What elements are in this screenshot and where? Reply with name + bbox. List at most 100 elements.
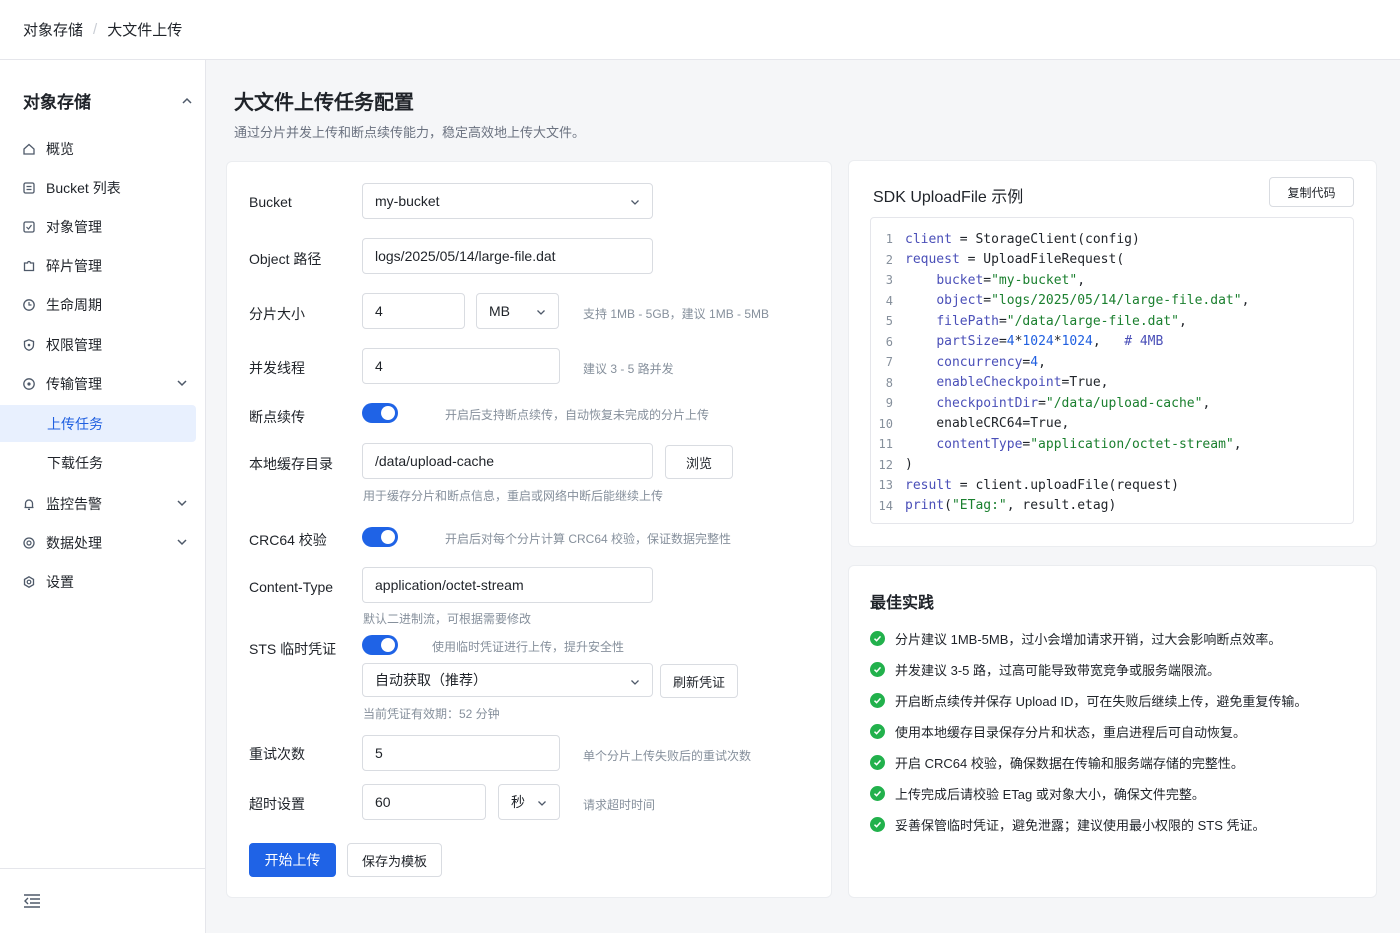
cache-dir-label: 本地缓存目录: [249, 456, 333, 472]
copy-code-button[interactable]: 复制代码: [1269, 177, 1354, 207]
sidebar-item-label: 下载任务: [47, 454, 103, 471]
part-size-unit-value: MB: [489, 303, 510, 319]
content-type-hint: 默认二进制流，可根据需要修改: [363, 612, 532, 626]
line-number: 3: [885, 273, 893, 287]
resume-toggle[interactable]: [362, 403, 398, 423]
sidebar-header[interactable]: 对象存储: [23, 88, 193, 113]
chevron-down-icon: [177, 500, 187, 507]
page-description: 通过分片并发上传和断点续传能力，稳定高效地上传大文件。: [234, 125, 586, 140]
content-type-value: application/octet-stream: [375, 577, 524, 593]
threads-value: 4: [375, 358, 383, 374]
sidebar-item-permissions[interactable]: 权限管理: [0, 326, 196, 363]
sdk-example-card: SDK UploadFile 示例 复制代码 1 client = Storage…: [848, 160, 1377, 547]
best-practices-card: 最佳实践 分片建议 1MB-5MB，过小会增加请求开销，过大会影响断点效率。 并发…: [848, 565, 1377, 898]
retry-hint: 单个分片上传失败后的重试次数: [583, 749, 752, 763]
sidebar-item-label: 概览: [46, 140, 74, 157]
threads-input[interactable]: 4: [362, 348, 560, 384]
sidebar-item-lifecycle[interactable]: 生命周期: [0, 286, 196, 323]
bucket-select-value: my-bucket: [375, 193, 440, 209]
check-circle-icon: [870, 693, 885, 708]
sidebar-item-settings[interactable]: 设置: [0, 563, 196, 600]
sts-mode-select[interactable]: 自动获取（推荐）: [362, 663, 653, 697]
refresh-credential-button[interactable]: 刷新凭证: [660, 664, 738, 698]
sts-toggle[interactable]: [362, 635, 398, 655]
code-line: 4 object="logs/2025/05/14/large-file.dat…: [871, 291, 1250, 311]
line-number: 4: [885, 293, 893, 308]
timeout-unit-select[interactable]: 秒: [498, 784, 560, 820]
code-text: request = UploadFileRequest(: [905, 252, 1125, 267]
best-practice-text: 妥善保管临时凭证，避免泄露；建议使用最小权限的 STS 凭证。: [895, 818, 1266, 833]
clock-icon: [22, 298, 36, 312]
crc-toggle[interactable]: [362, 527, 398, 547]
sidebar-item-label: 生命周期: [46, 296, 102, 313]
content-type-label: Content-Type: [249, 579, 334, 595]
retry-value: 5: [375, 745, 383, 761]
file-icon: [22, 220, 36, 234]
best-practice-item: 上传完成后请校验 ETag 或对象大小，确保文件完整。: [870, 784, 1205, 803]
shield-icon: [22, 338, 36, 352]
browse-button[interactable]: 浏览: [665, 445, 733, 479]
sidebar-item-upload-tasks[interactable]: 上传任务: [0, 405, 196, 442]
sidebar-item-overview[interactable]: 概览: [0, 130, 196, 167]
save-template-button[interactable]: 保存为模板: [347, 843, 442, 877]
check-circle-icon: [870, 817, 885, 832]
sidebar-item-monitoring[interactable]: 监控告警: [0, 485, 196, 522]
object-path-value: logs/2025/05/14/large-file.dat: [375, 248, 556, 264]
chevron-down-icon: [177, 380, 187, 387]
line-number: 10: [878, 416, 893, 431]
start-upload-button[interactable]: 开始上传: [249, 843, 336, 877]
best-practice-item: 使用本地缓存目录保存分片和状态，重启进程后可自动恢复。: [870, 722, 1246, 741]
home-icon: [22, 142, 36, 156]
retry-input[interactable]: 5: [362, 735, 560, 771]
sidebar-item-label: 权限管理: [46, 336, 102, 353]
crc-hint: 开启后对每个分片计算 CRC64 校验，保证数据完整性: [445, 532, 732, 546]
check-circle-icon: [870, 786, 885, 801]
retry-label: 重试次数: [249, 746, 305, 762]
bell-icon: [22, 497, 36, 511]
sidebar-item-label: 数据处理: [46, 534, 102, 551]
chevron-down-icon: [538, 801, 546, 806]
code-text: result = client.uploadFile(request): [905, 477, 1179, 493]
cache-dir-value: /data/upload-cache: [375, 453, 495, 469]
collapse-menu-icon[interactable]: [23, 893, 41, 912]
sidebar-item-fragments[interactable]: 碎片管理: [0, 247, 196, 284]
code-line: 8 enableCheckpoint=True,: [871, 373, 1109, 393]
code-text: ): [905, 457, 913, 472]
breadcrumb-root[interactable]: 对象存储: [23, 19, 83, 40]
line-number: 11: [878, 437, 893, 451]
part-size-value: 4: [375, 303, 383, 319]
sidebar-item-label: 对象管理: [46, 218, 102, 235]
best-practice-item: 开启 CRC64 校验，确保数据在传输和服务端存储的完整性。: [870, 753, 1244, 772]
best-practice-item: 分片建议 1MB-5MB，过小会增加请求开销，过大会影响断点效率。: [870, 629, 1281, 648]
threads-hint: 建议 3 - 5 路并发: [583, 362, 674, 376]
sts-mode-value: 自动获取（推荐）: [375, 672, 487, 688]
content-type-input[interactable]: application/octet-stream: [362, 567, 653, 603]
bucket-select[interactable]: my-bucket: [362, 183, 653, 219]
best-practice-text: 并发建议 3-5 路，过高可能导致带宽竞争或服务端限流。: [895, 663, 1221, 678]
line-number: 5: [885, 314, 893, 328]
page-title: 大文件上传任务配置: [234, 92, 414, 114]
part-size-input[interactable]: 4: [362, 293, 465, 329]
best-practice-text: 开启 CRC64 校验，确保数据在传输和服务端存储的完整性。: [895, 756, 1244, 771]
line-number: 9: [885, 396, 893, 410]
sidebar-item-data-processing[interactable]: 数据处理: [0, 524, 196, 561]
breadcrumb-current: 大文件上传: [107, 22, 183, 39]
timeout-input[interactable]: 60: [362, 784, 486, 820]
sidebar-item-objects[interactable]: 对象管理: [0, 208, 196, 245]
chevron-down-icon: [537, 310, 545, 315]
sidebar-item-download-tasks[interactable]: 下载任务: [0, 444, 196, 481]
sidebar-item-bucket-list[interactable]: Bucket 列表: [0, 169, 196, 206]
part-size-unit-select[interactable]: MB: [476, 293, 559, 329]
best-practice-item: 并发建议 3-5 路，过高可能导致带宽竞争或服务端限流。: [870, 660, 1220, 679]
sidebar-item-label: 碎片管理: [46, 257, 102, 274]
cache-dir-input[interactable]: /data/upload-cache: [362, 443, 653, 479]
code-text: contentType="application/octet-stream",: [936, 436, 1242, 452]
code-line: 6 partSize=4*1024*1024, # 4MB: [871, 332, 1164, 352]
object-path-input[interactable]: logs/2025/05/14/large-file.dat: [362, 238, 653, 274]
chevron-down-icon: [631, 200, 639, 205]
code-line: 2 request = UploadFileRequest(: [871, 250, 1124, 270]
code-block: 1 client = StorageClient(config) 2 request …: [870, 217, 1354, 524]
code-text: client = StorageClient(config): [905, 231, 1140, 247]
sidebar-item-transfer[interactable]: 传输管理: [0, 365, 196, 402]
line-number: 13: [878, 478, 893, 492]
